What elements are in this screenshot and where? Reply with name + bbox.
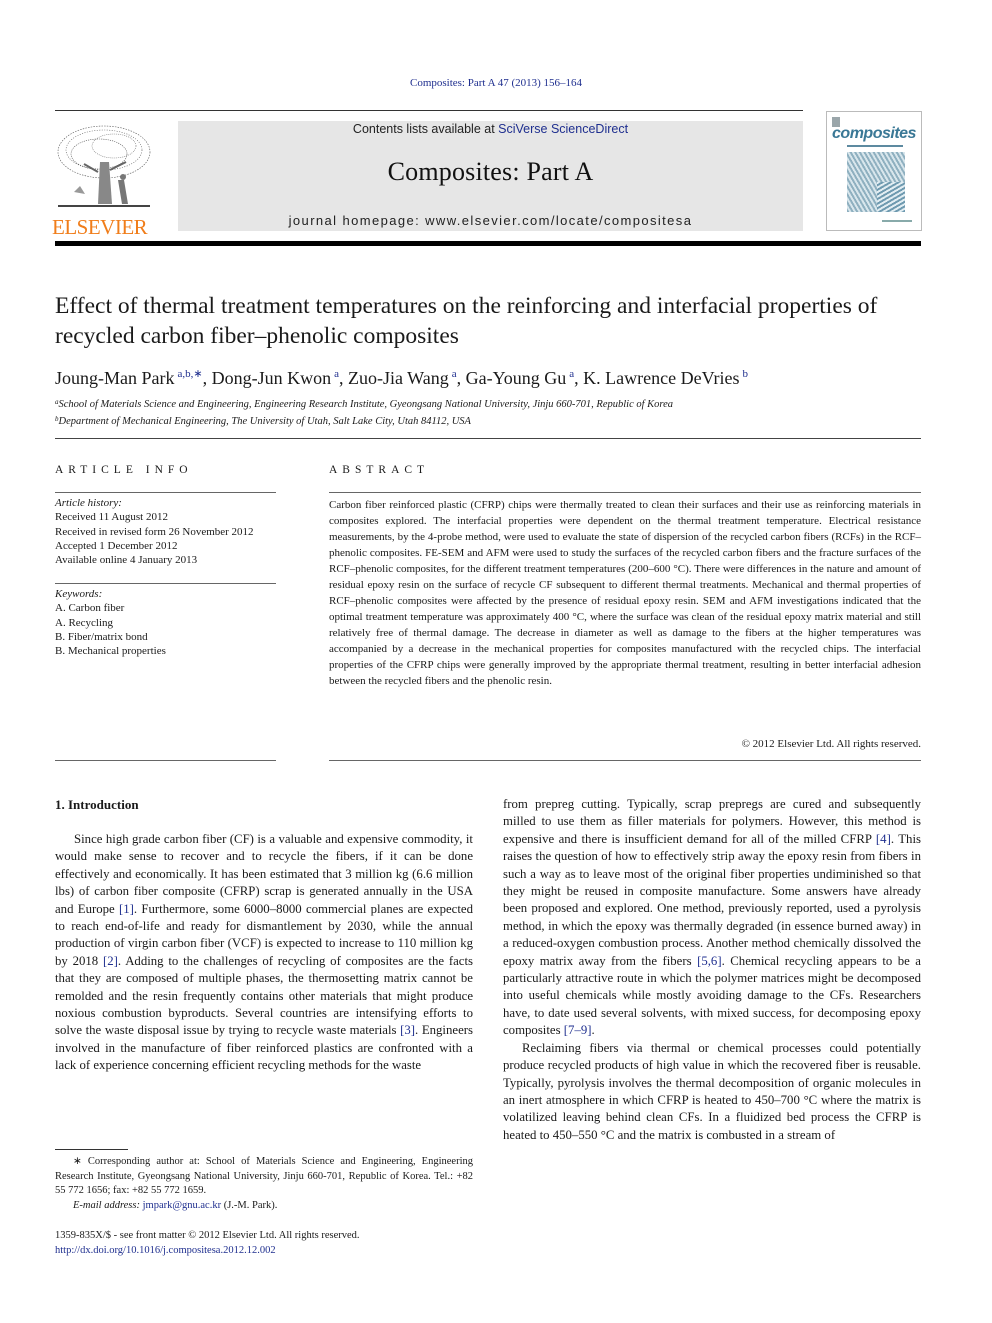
author[interactable]: Zuo-Jia Wang a	[348, 368, 457, 388]
body-column-left: Since high grade carbon fiber (CF) is a …	[55, 831, 473, 1075]
author[interactable]: Joung-Man Park a,b,∗	[55, 368, 203, 388]
footnote-rule	[55, 1149, 128, 1150]
history-accepted: Accepted 1 December 2012	[55, 539, 178, 552]
affiliation-b: bDepartment of Mechanical Engineering, T…	[55, 415, 471, 427]
section-heading-introduction: 1. Introduction	[55, 797, 139, 812]
citation-ref-7-9[interactable]: [7–9]	[564, 1023, 592, 1037]
citation-ref-1[interactable]: [1]	[119, 902, 134, 916]
paper-title: Effect of thermal treatment temperatures…	[55, 293, 878, 349]
author[interactable]: Dong-Jun Kwon a	[212, 368, 339, 388]
email-link[interactable]: jmpark@gnu.ac.kr	[143, 1200, 221, 1211]
author-list: Joung-Man Park a,b,∗, Dong-Jun Kwon a, Zuo…	[55, 368, 749, 388]
title-block-rule	[55, 438, 921, 439]
author[interactable]: K. Lawrence DeVries b	[583, 368, 748, 388]
journal-masthead: Contents lists available at SciVerse Sci…	[178, 121, 803, 231]
history-label: Article history:	[55, 497, 122, 509]
keyword: B. Mechanical properties	[55, 645, 166, 658]
email-suffix: (J.-M. Park).	[221, 1199, 278, 1211]
abstract-rule	[329, 492, 921, 493]
cover-image-inset	[877, 182, 905, 212]
keyword: A. Recycling	[55, 616, 114, 629]
sciencedirect-link[interactable]: SciVerse ScienceDirect	[498, 122, 628, 136]
journal-citation[interactable]: Composites: Part A 47 (2013) 156–164	[0, 77, 992, 89]
intro-paragraph-1-continued: from prepreg cutting. Typically, scrap p…	[503, 797, 921, 1038]
abstract-copyright: © 2012 Elsevier Ltd. All rights reserved…	[741, 738, 921, 750]
article-info-heading: ARTICLE INFO	[55, 464, 193, 476]
affiliation-a: aSchool of Materials Science and Enginee…	[55, 398, 674, 410]
article-info-end-rule	[55, 760, 276, 761]
contents-line: Contents lists available at SciVerse Sci…	[178, 121, 803, 137]
keywords: Keywords: A. Carbon fiber A. Recycling B…	[55, 587, 285, 658]
cover-title: composites	[832, 125, 916, 142]
header-rule	[55, 110, 803, 111]
homepage-link[interactable]: www.elsevier.com/locate/compositesa	[425, 213, 692, 228]
author-affiliation-mark[interactable]: b	[743, 368, 749, 380]
elsevier-tree-icon	[57, 125, 151, 207]
history-online: Available online 4 January 2013	[55, 554, 198, 567]
body-column-right: from prepreg cutting. Typically, scrap p…	[503, 796, 921, 1144]
intro-paragraph-1: Since high grade carbon fiber (CF) is a …	[55, 832, 473, 1073]
header-thick-rule	[55, 241, 921, 246]
article-info-rule	[55, 492, 276, 493]
history-received: Received 11 August 2012	[55, 511, 168, 524]
keyword: B. Fiber/matrix bond	[55, 630, 148, 643]
elsevier-wordmark: ELSEVIER	[52, 215, 148, 239]
homepage-label: journal homepage:	[288, 213, 426, 228]
author-affiliation-mark[interactable]: a,b,∗	[178, 368, 203, 380]
journal-cover-thumbnail[interactable]: composites	[826, 111, 922, 231]
corresponding-author-note: ∗ Corresponding author at: School of Mat…	[55, 1156, 473, 1196]
doi-link[interactable]: http://dx.doi.org/10.1016/j.compositesa.…	[55, 1245, 276, 1256]
article-history: Article history: Received 11 August 2012…	[55, 496, 285, 567]
email-line: E-mail address: jmpark@gnu.ac.kr (J.-M. …	[55, 1199, 473, 1214]
footnote: ∗ Corresponding author at: School of Mat…	[55, 1155, 473, 1213]
keywords-label: Keywords:	[55, 588, 103, 600]
cover-footer-bar	[882, 220, 912, 222]
email-label: E-mail address:	[73, 1199, 143, 1211]
affiliations: aSchool of Materials Science and Enginee…	[55, 395, 935, 429]
keyword: A. Carbon fiber	[55, 602, 125, 615]
elsevier-logo[interactable]: ELSEVIER	[52, 122, 156, 238]
intro-paragraph-2: Reclaiming fibers via thermal or chemica…	[503, 1040, 921, 1142]
front-matter: 1359-835X/$ - see front matter © 2012 El…	[55, 1229, 473, 1258]
journal-homepage: journal homepage: www.elsevier.com/locat…	[178, 213, 803, 228]
cover-subtitle-bar	[847, 145, 903, 147]
author[interactable]: Ga-Young Gu a	[466, 368, 575, 388]
issn-line: 1359-835X/$ - see front matter © 2012 El…	[55, 1230, 360, 1241]
abstract-end-rule	[329, 760, 921, 761]
contents-prefix: Contents lists available at	[352, 122, 499, 136]
citation-ref-5-6[interactable]: [5,6]	[697, 954, 722, 968]
abstract-text: Carbon fiber reinforced plastic (CFRP) c…	[329, 499, 921, 687]
citation-ref-2[interactable]: [2]	[103, 954, 118, 968]
abstract-heading: ABSTRACT	[329, 464, 430, 476]
journal-title: Composites: Part A	[387, 157, 594, 186]
citation-ref-3[interactable]: [3]	[400, 1023, 415, 1037]
keywords-rule	[55, 583, 276, 584]
citation-ref-4[interactable]: [4]	[876, 832, 891, 846]
history-revised: Received in revised form 26 November 201…	[55, 525, 254, 538]
